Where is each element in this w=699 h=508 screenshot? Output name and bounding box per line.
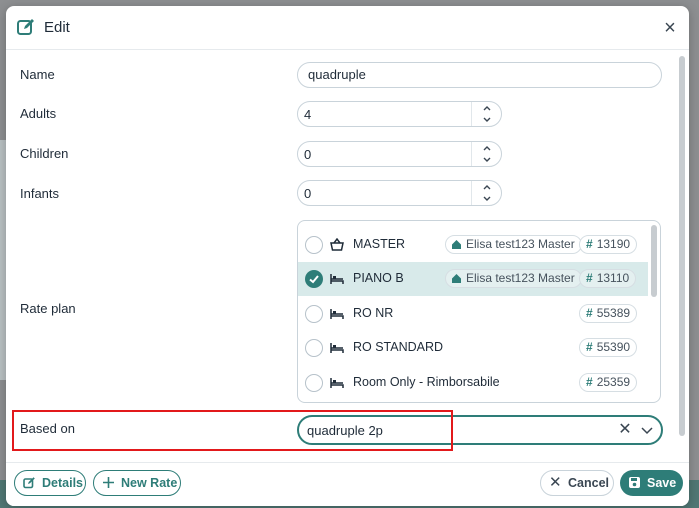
based-on-value: quadruple 2p xyxy=(307,423,383,438)
details-button[interactable]: Details xyxy=(14,470,86,496)
children-label: Children xyxy=(20,146,69,161)
rate-plan-code: 25359 xyxy=(596,375,631,389)
code-badge: #25359 xyxy=(579,373,638,392)
code-badge: #13190 xyxy=(579,235,638,254)
rate-plan-row[interactable]: MASTER Elisa test123 Master #13190 xyxy=(298,228,648,262)
list-scrollbar[interactable] xyxy=(651,225,657,297)
basket-icon xyxy=(330,238,344,251)
rate-plan-label: Rate plan xyxy=(20,301,76,316)
rate-plan-list[interactable]: MASTER Elisa test123 Master #13190 PIANO… xyxy=(297,220,661,403)
rate-plan-name: Room Only - Rimborsabile xyxy=(353,375,500,389)
adults-value: 4 xyxy=(304,107,312,122)
close-icon: ✕ xyxy=(549,474,562,491)
based-on-select[interactable]: quadruple 2p ✕ xyxy=(297,415,663,445)
name-input[interactable]: quadruple xyxy=(297,62,662,88)
new-rate-button[interactable]: New Rate xyxy=(93,470,181,496)
rate-plan-row[interactable]: RO STANDARD #55390 xyxy=(298,331,648,365)
home-icon xyxy=(452,274,461,283)
children-value: 0 xyxy=(304,147,312,162)
home-icon xyxy=(452,240,461,249)
chevron-up-icon[interactable] xyxy=(481,182,493,193)
dialog-header: Edit × xyxy=(6,6,689,50)
dialog-footer: Details New Rate ✕ Cancel Save xyxy=(6,462,689,506)
rate-plan-code: 13190 xyxy=(596,237,631,251)
code-badge: #13110 xyxy=(579,269,637,288)
dialog-scrollbar[interactable] xyxy=(679,56,685,436)
infants-stepper[interactable]: 0 xyxy=(297,180,502,206)
save-label: Save xyxy=(647,476,677,490)
bed-icon xyxy=(330,309,344,319)
plus-icon xyxy=(103,477,114,488)
dialog-title: Edit xyxy=(44,19,70,36)
code-badge: #55389 xyxy=(579,304,638,323)
bed-icon xyxy=(330,343,344,353)
chevron-down-icon[interactable] xyxy=(481,114,493,125)
adults-label: Adults xyxy=(20,106,57,121)
rate-plan-code: 55390 xyxy=(596,340,631,354)
hotel-badge: Elisa test123 Master xyxy=(445,235,582,254)
details-label: Details xyxy=(42,476,83,490)
chevron-down-icon[interactable] xyxy=(640,423,654,437)
rate-plan-row[interactable]: RO NR #55389 xyxy=(298,297,648,331)
cancel-label: Cancel xyxy=(568,476,609,490)
close-icon[interactable]: × xyxy=(660,18,680,38)
radio-button[interactable] xyxy=(305,374,323,392)
edit-dialog: Edit × Name quadruple Adults 4 Children … xyxy=(6,6,689,506)
rate-plan-code: 13110 xyxy=(596,271,630,285)
cancel-button[interactable]: ✕ Cancel xyxy=(540,470,614,496)
children-stepper[interactable]: 0 xyxy=(297,141,502,167)
new-rate-label: New Rate xyxy=(121,476,178,490)
rate-plan-name: RO STANDARD xyxy=(353,340,444,354)
children-arrows xyxy=(471,142,501,166)
radio-button-checked[interactable] xyxy=(305,270,323,288)
name-label: Name xyxy=(20,67,55,82)
rate-plan-code: 55389 xyxy=(596,306,631,320)
adults-arrows xyxy=(471,102,501,126)
chevron-up-icon[interactable] xyxy=(481,103,493,114)
rate-plan-name: RO NR xyxy=(353,306,394,320)
chevron-down-icon[interactable] xyxy=(481,154,493,165)
edit-icon xyxy=(17,19,34,35)
based-on-label: Based on xyxy=(20,421,75,436)
dialog-body: Name quadruple Adults 4 Children 0 Infan… xyxy=(6,51,689,454)
rate-plan-row[interactable]: Room Only - Rimborsabile #25359 xyxy=(298,366,648,400)
radio-button[interactable] xyxy=(305,236,323,254)
hotel-name: Elisa test123 Master xyxy=(466,237,575,251)
bed-icon xyxy=(330,378,344,388)
infants-value: 0 xyxy=(304,186,312,201)
edit-icon xyxy=(23,477,35,489)
rate-plan-name: PIANO B xyxy=(353,271,404,285)
rate-plan-name: MASTER xyxy=(353,237,406,251)
bed-icon xyxy=(330,274,344,284)
save-button[interactable]: Save xyxy=(620,470,683,496)
hotel-badge: Elisa test123 Master xyxy=(445,269,582,288)
adults-stepper[interactable]: 4 xyxy=(297,101,502,127)
infants-arrows xyxy=(471,181,501,205)
infants-label: Infants xyxy=(20,186,60,201)
chevron-up-icon[interactable] xyxy=(481,143,493,154)
floppy-disk-icon xyxy=(629,477,640,488)
chevron-down-icon[interactable] xyxy=(481,193,493,204)
hotel-name: Elisa test123 Master xyxy=(466,271,575,285)
radio-button[interactable] xyxy=(305,305,323,323)
rate-plan-row[interactable]: PIANO B Elisa test123 Master #13110 xyxy=(298,262,648,296)
radio-button[interactable] xyxy=(305,339,323,357)
code-badge: #55390 xyxy=(579,338,638,357)
clear-icon[interactable]: ✕ xyxy=(617,421,633,439)
